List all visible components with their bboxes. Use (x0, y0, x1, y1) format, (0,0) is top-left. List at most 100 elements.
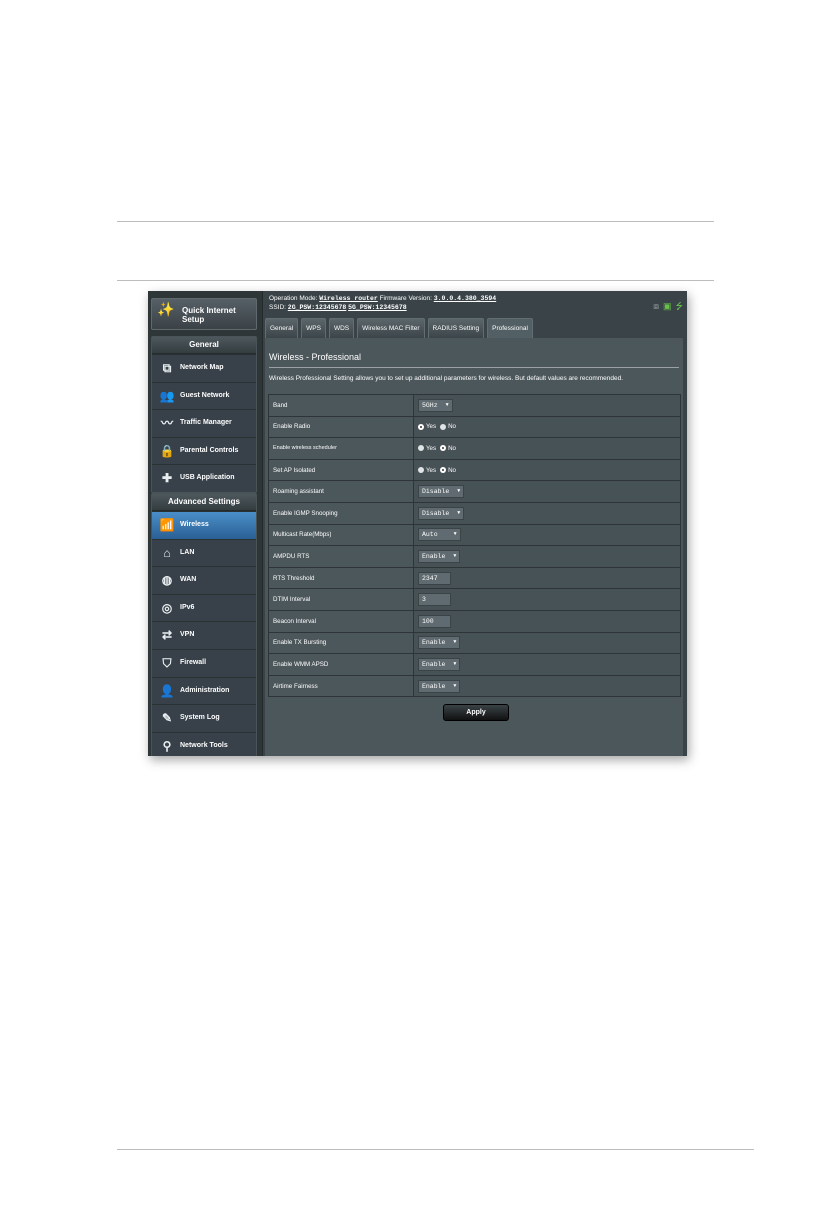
tab-wireless-mac-filter[interactable]: Wireless MAC Filter (357, 318, 425, 339)
setting-label: Airtime Fairness (268, 674, 414, 698)
table-row: RTS Threshold 2347 (268, 566, 681, 590)
band-select[interactable]: 5GHz ▼ (418, 398, 453, 412)
router-status-icon[interactable]: ▣ (663, 301, 672, 311)
title-divider (269, 367, 679, 368)
ssid-2g-link[interactable]: 2G_PSW:12345678 (288, 304, 347, 311)
page-rule-top (117, 221, 714, 222)
status-icons: ⧈ ▣ ⭍ (649, 299, 683, 315)
roaming-assistant-select[interactable]: Disable ▼ (418, 485, 465, 499)
sidebar-item-vpn[interactable]: ⇄ VPN (152, 621, 256, 649)
tab-professional[interactable]: Professional (487, 318, 533, 339)
sidebar: ✨ Quick Internet Setup General ⧉ Network M… (148, 291, 262, 756)
scheduler-no-radio[interactable] (440, 445, 447, 452)
dtim-interval-input[interactable]: 3 (418, 593, 451, 607)
sidebar-item-network-map[interactable]: ⧉ Network Map (152, 354, 256, 382)
globe-icon: ◍ (161, 573, 173, 588)
setting-label: RTS Threshold (268, 566, 414, 590)
quick-internet-setup-button[interactable]: ✨ Quick Internet Setup (151, 298, 257, 330)
router-admin-screenshot: ✨ Quick Internet Setup General ⧉ Network M… (148, 291, 687, 756)
setting-label: Set AP Isolated (268, 458, 414, 482)
ap-isolated-yes-radio[interactable] (418, 467, 424, 473)
sidebar-item-network-tools[interactable]: ⚲ Network Tools (152, 731, 256, 756)
advanced-panel-title: Advanced Settings (152, 494, 256, 511)
setting-label: Enable WMM APSD (268, 653, 414, 676)
table-row: Roaming assistant Disable ▼ (268, 480, 681, 503)
sidebar-item-traffic-manager[interactable]: 〰 Traffic Manager (152, 409, 256, 437)
table-row: Airtime Fairness Enable ▼ (268, 674, 681, 698)
puzzle-icon: ✚ (161, 471, 173, 486)
wmm-apsd-select[interactable]: Enable ▼ (418, 657, 461, 671)
rts-threshold-input[interactable]: 2347 (418, 571, 451, 585)
multicast-rate-select[interactable]: Auto ▼ (418, 528, 461, 542)
setting-label: Enable IGMP Snooping (268, 501, 414, 525)
airtime-fairness-select[interactable]: Enable ▼ (418, 679, 461, 693)
system-log-icon: ✎ (161, 711, 173, 726)
tab-wds[interactable]: WDS (328, 318, 355, 339)
dropdown-arrow-icon: ▼ (453, 682, 457, 689)
beacon-interval-input[interactable]: 100 (418, 614, 451, 628)
page-rule-bottom (117, 1149, 754, 1150)
setting-label: Band (268, 394, 414, 417)
sidebar-item-guest-network[interactable]: 👥 Guest Network (152, 381, 256, 410)
setting-label: Enable Radio (268, 415, 414, 439)
dropdown-arrow-icon: ▼ (453, 552, 457, 559)
table-row: Multicast Rate(Mbps) Auto ▼ (268, 523, 681, 547)
setting-label: DTIM Interval (268, 588, 414, 611)
table-row: AMPDU RTS Enable ▼ (268, 545, 681, 568)
sidebar-item-lan[interactable]: ⌂ LAN (152, 538, 256, 567)
tab-general[interactable]: General (265, 318, 299, 339)
status-bar: Operation Mode: Wireless router Firmware… (269, 295, 497, 311)
magic-wand-icon: ✨ (157, 301, 175, 317)
network-icon[interactable]: ⧈ (653, 301, 659, 311)
ipv6-icon: ◎ (161, 600, 173, 615)
table-row: Enable WMM APSD Enable ▼ (268, 653, 681, 676)
scheduler-yes-radio[interactable] (418, 445, 424, 452)
sidebar-item-usb-application[interactable]: ✚ USB Application (152, 464, 256, 492)
advanced-panel: Advanced Settings 📶 Wireless ⌂ LAN ◍ WAN ◎ I… (151, 493, 257, 756)
general-panel-title: General (152, 337, 256, 354)
enable-radio-yes-radio[interactable] (418, 423, 424, 430)
guest-network-icon: 👥 (159, 388, 175, 403)
setting-label: Enable TX Bursting (268, 631, 414, 655)
dropdown-arrow-icon: ▼ (453, 531, 457, 538)
lock-icon: 🔒 (159, 443, 175, 458)
dropdown-arrow-icon: ▼ (457, 488, 461, 495)
content-area: Wireless - Professional Wireless Profess… (265, 338, 683, 756)
dropdown-arrow-icon: ▼ (445, 401, 449, 408)
firmware-version-link[interactable]: 3.0.0.4.380_3594 (434, 295, 496, 302)
igmp-snooping-select[interactable]: Disable ▼ (418, 506, 465, 520)
operation-mode-link[interactable]: Wireless router (319, 295, 378, 302)
tab-wps[interactable]: WPS (301, 318, 326, 339)
qis-label: Quick Internet Setup (182, 306, 236, 324)
admin-icon: 👤 (159, 683, 175, 698)
sidebar-item-system-log[interactable]: ✎ System Log (152, 704, 256, 732)
usb-icon[interactable]: ⭍ (676, 301, 684, 311)
tx-bursting-select[interactable]: Enable ▼ (418, 636, 461, 650)
sidebar-item-administration[interactable]: 👤 Administration (152, 676, 256, 705)
sidebar-item-firewall[interactable]: ⛉ Firewall (152, 648, 256, 677)
apply-button[interactable]: Apply (443, 704, 509, 721)
table-row: Band 5GHz ▼ (268, 394, 681, 417)
sidebar-item-parental-controls[interactable]: 🔒 Parental Controls (152, 436, 256, 465)
main-panel: Operation Mode: Wireless router Firmware… (263, 291, 687, 756)
dropdown-arrow-icon: ▼ (453, 660, 457, 667)
ap-isolated-no-radio[interactable] (440, 467, 447, 473)
ssid-5g-link[interactable]: 5G_PSW:12345678 (348, 304, 407, 311)
enable-radio-no-radio[interactable] (440, 423, 447, 430)
sidebar-item-wan[interactable]: ◍ WAN (152, 566, 256, 594)
sidebar-item-ipv6[interactable]: ◎ IPv6 (152, 593, 256, 622)
setting-label: Roaming assistant (268, 480, 414, 503)
tab-bar: General WPS WDS Wireless MAC Filter RADI… (265, 318, 536, 339)
sidebar-item-wireless[interactable]: 📶 Wireless (152, 511, 256, 539)
network-map-icon: ⧉ (162, 361, 172, 375)
vpn-icon: ⇄ (161, 628, 173, 643)
page-rule-mid (117, 280, 714, 281)
tab-radius-setting[interactable]: RADIUS Setting (427, 318, 485, 339)
table-row: Beacon Interval 100 (268, 609, 681, 633)
general-panel: General ⧉ Network Map 👥 Guest Network 〰 Tra… (151, 336, 257, 493)
home-icon: ⌂ (163, 545, 171, 560)
table-row: Enable TX Bursting Enable ▼ (268, 631, 681, 655)
setting-label: Multicast Rate(Mbps) (268, 523, 414, 547)
ampdu-rts-select[interactable]: Enable ▼ (418, 549, 461, 563)
page-title: Wireless - Professional (269, 352, 362, 362)
